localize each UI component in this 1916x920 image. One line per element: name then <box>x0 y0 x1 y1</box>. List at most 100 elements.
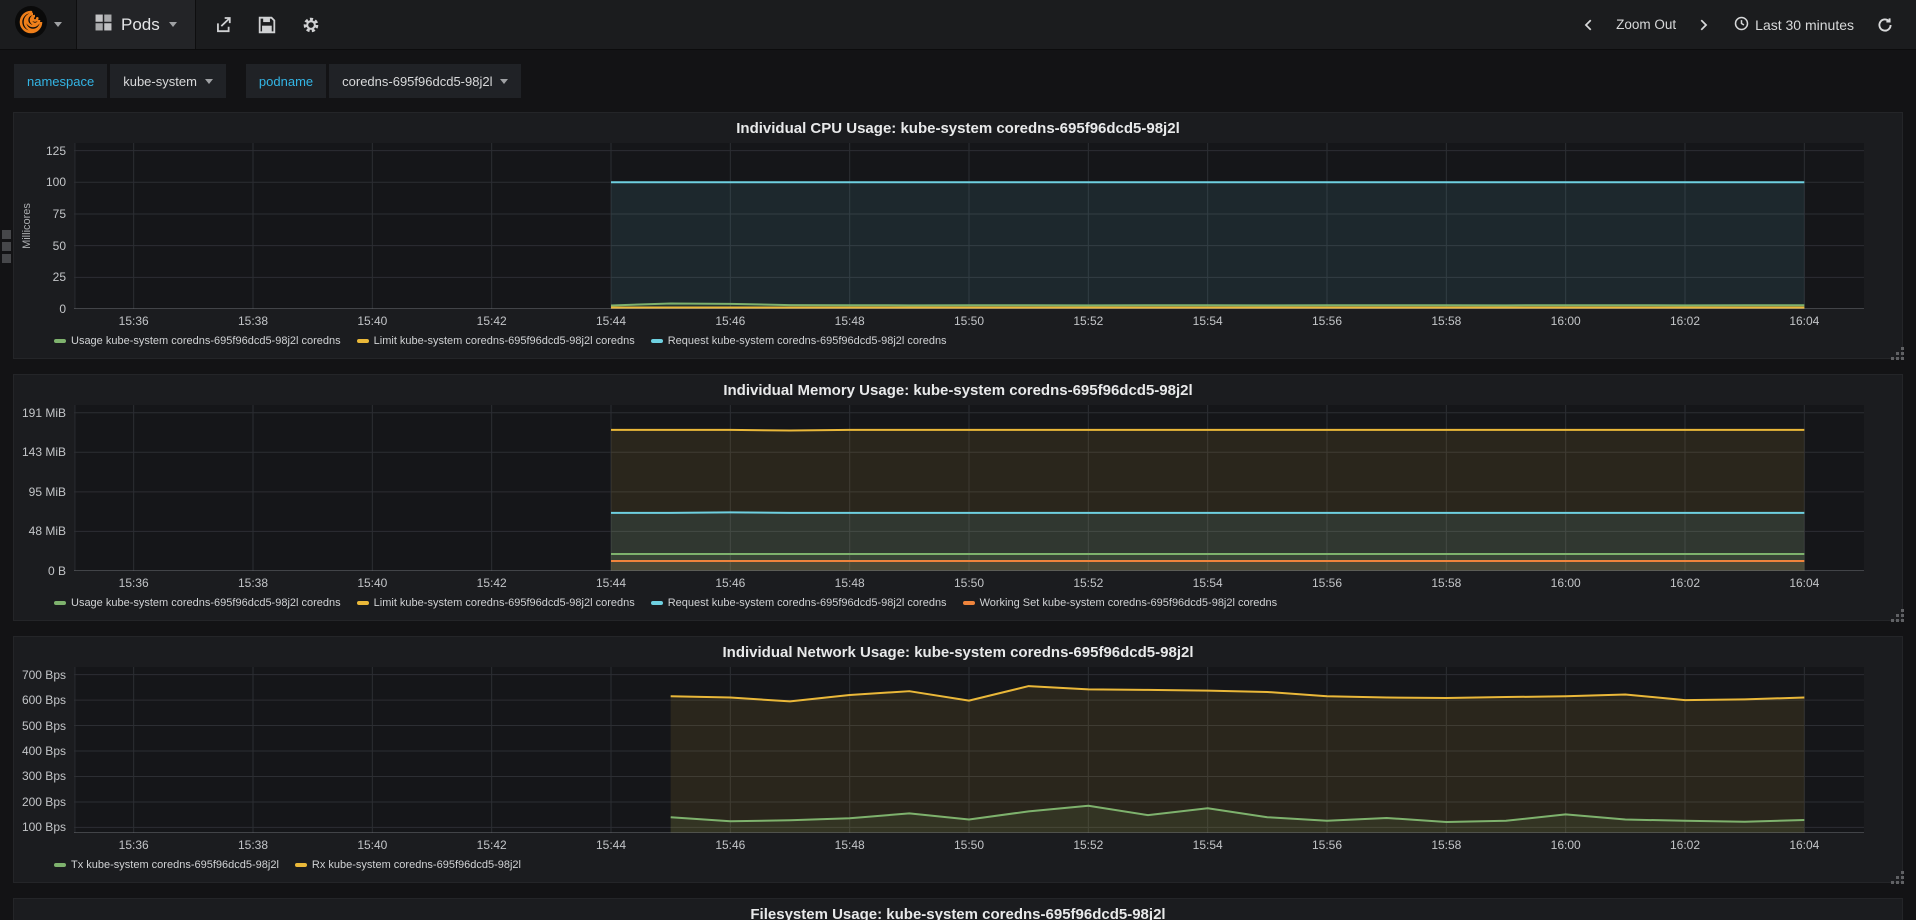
panel-title-cpu[interactable]: Individual CPU Usage: kube-system coredn… <box>24 119 1892 139</box>
x-tick-label: 16:02 <box>1669 576 1701 590</box>
legend-item[interactable]: Limit kube-system coredns-695f96dcd5-98j… <box>356 597 635 609</box>
x-tick-label: 16:04 <box>1789 314 1820 328</box>
legend-item[interactable]: Request kube-system coredns-695f96dcd5-9… <box>650 335 947 347</box>
panel-title-network[interactable]: Individual Network Usage: kube-system co… <box>24 643 1892 663</box>
gear-icon[interactable] <box>294 8 328 42</box>
x-tick-label: 15:56 <box>1311 314 1343 328</box>
x-tick-label: 15:38 <box>237 838 269 852</box>
x-tick-label: 15:36 <box>118 576 149 590</box>
legend-swatch <box>54 601 66 605</box>
legend-item[interactable]: Rx kube-system coredns-695f96dcd5-98j2l <box>294 859 521 871</box>
x-tick-label: 15:40 <box>357 838 388 852</box>
network-chart: 100 Bps 200 Bps 300 Bps 400 Bps 500 Bps 600 B… <box>22 667 1864 852</box>
y-tick-label: 200 Bps <box>21 794 66 809</box>
variable-namespace: namespace kube-system <box>14 64 226 98</box>
y-tick-label: 25 <box>52 270 66 285</box>
panel-resize-handle[interactable] <box>1896 876 1899 879</box>
variable-namespace-value[interactable]: kube-system <box>110 64 226 98</box>
chevron-down-icon <box>54 22 62 27</box>
x-tick-label: 15:46 <box>715 838 746 852</box>
cpu-chart-legend: Usage kube-system coredns-695f96dcd5-98j… <box>54 335 1892 347</box>
legend-swatch <box>650 601 663 605</box>
panel-resize-handle[interactable] <box>1896 352 1899 355</box>
legend-item[interactable]: Limit kube-system coredns-695f96dcd5-98j… <box>356 335 635 347</box>
panel-title-filesystem[interactable]: Filesystem Usage: kube-system coredns-69… <box>24 905 1892 920</box>
panel-title-memory[interactable]: Individual Memory Usage: kube-system cor… <box>24 381 1892 401</box>
dashboard-grid-icon <box>95 14 112 36</box>
top-navbar: Pods Zoom Out Last 30 minutes <box>0 0 1916 50</box>
y-tick-label: 95 MiB <box>28 484 66 499</box>
time-back-button[interactable] <box>1572 8 1606 42</box>
dashboard-picker-button[interactable]: Pods <box>77 0 196 49</box>
y-tick-label: 300 Bps <box>21 769 66 784</box>
memory-chart: 0 B 48 MiB 95 MiB 143 MiB 191 MiB 15:36 15:38… <box>22 405 1864 590</box>
variable-namespace-selected: kube-system <box>123 73 197 89</box>
legend-label: Limit kube-system coredns-695f96dcd5-98j… <box>373 597 635 609</box>
memory-chart-plot[interactable] <box>74 405 1864 571</box>
x-tick-label: 15:44 <box>595 838 627 852</box>
x-tick-label: 16:00 <box>1550 314 1581 328</box>
x-tick-label: 16:04 <box>1789 838 1820 852</box>
x-tick-label: 15:48 <box>834 838 865 852</box>
x-tick-label: 16:04 <box>1789 576 1820 590</box>
x-tick-label: 15:42 <box>476 838 507 852</box>
variable-podname-selected: coredns-695f96dcd5-98j2l <box>342 73 493 89</box>
x-tick-label: 16:00 <box>1550 576 1581 590</box>
time-range-label: Last 30 minutes <box>1755 16 1854 33</box>
x-tick-label: 15:38 <box>237 576 269 590</box>
y-tick-label: 143 MiB <box>21 445 66 460</box>
chevron-down-icon <box>168 22 177 27</box>
save-button[interactable] <box>250 8 284 42</box>
x-tick-label: 15:58 <box>1431 576 1462 590</box>
y-tick-label: 100 <box>45 175 66 190</box>
legend-swatch <box>650 339 663 343</box>
legend-swatch <box>54 863 66 867</box>
y-axis-tick-labels: 0 B 48 MiB 95 MiB 143 MiB 191 MiB <box>4 405 66 578</box>
network-chart-plot[interactable] <box>74 667 1864 833</box>
y-tick-label: 75 <box>52 206 66 221</box>
y-tick-label: 0 B <box>47 564 66 578</box>
x-axis-tick-labels: 15:36 15:38 15:40 15:42 15:44 15:46 15:48 15:50… <box>74 571 1864 591</box>
x-tick-label: 15:54 <box>1192 314 1223 328</box>
legend-item[interactable]: Working Set kube-system coredns-695f96dc… <box>962 597 1277 609</box>
time-range-picker[interactable]: Last 30 minutes <box>1726 12 1862 38</box>
y-axis-tick-labels: 100 Bps 200 Bps 300 Bps 400 Bps 500 Bps 600 B… <box>4 667 66 835</box>
y-tick-label: 125 <box>45 143 66 158</box>
x-tick-label: 15:48 <box>834 314 865 328</box>
panel-network-usage: Individual Network Usage: kube-system co… <box>13 636 1903 883</box>
legend-swatch <box>294 863 307 867</box>
legend-item[interactable]: Request kube-system coredns-695f96dcd5-9… <box>650 597 947 609</box>
x-tick-label: 15:58 <box>1431 314 1462 328</box>
x-tick-label: 15:50 <box>953 576 985 590</box>
legend-item[interactable]: Usage kube-system coredns-695f96dcd5-98j… <box>54 597 341 609</box>
variable-namespace-label[interactable]: namespace <box>14 64 108 98</box>
dashboard-title: Pods <box>121 14 160 34</box>
x-tick-label: 15:46 <box>715 576 746 590</box>
y-tick-label: 191 MiB <box>21 405 66 420</box>
time-forward-button[interactable] <box>1686 8 1720 42</box>
x-tick-label: 15:58 <box>1431 838 1462 852</box>
variable-podname-label[interactable]: podname <box>245 64 327 98</box>
share-button[interactable] <box>206 8 240 42</box>
cpu-chart-plot[interactable] <box>74 143 1864 309</box>
y-tick-label: 600 Bps <box>21 693 66 708</box>
clock-icon <box>1734 16 1749 34</box>
x-tick-label: 16:02 <box>1669 314 1701 328</box>
dashboard-area: Individual CPU Usage: kube-system coredn… <box>0 112 1916 920</box>
x-tick-label: 15:54 <box>1192 838 1223 852</box>
x-tick-label: 15:38 <box>237 314 269 328</box>
legend-swatch <box>356 339 369 343</box>
refresh-button[interactable] <box>1868 8 1902 42</box>
zoom-out-button[interactable]: Zoom Out <box>1612 13 1680 36</box>
legend-swatch <box>356 601 369 605</box>
panel-resize-handle[interactable] <box>1896 614 1899 617</box>
x-tick-label: 15:50 <box>953 314 985 328</box>
grafana-menu-button[interactable] <box>0 0 77 49</box>
variable-podname-value[interactable]: coredns-695f96dcd5-98j2l <box>329 64 522 98</box>
legend-item[interactable]: Usage kube-system coredns-695f96dcd5-98j… <box>54 335 341 347</box>
x-tick-label: 15:50 <box>953 838 985 852</box>
legend-item[interactable]: Tx kube-system coredns-695f96dcd5-98j2l <box>54 859 279 871</box>
legend-swatch <box>962 601 975 605</box>
x-tick-label: 15:46 <box>715 314 746 328</box>
x-tick-label: 15:42 <box>476 314 507 328</box>
